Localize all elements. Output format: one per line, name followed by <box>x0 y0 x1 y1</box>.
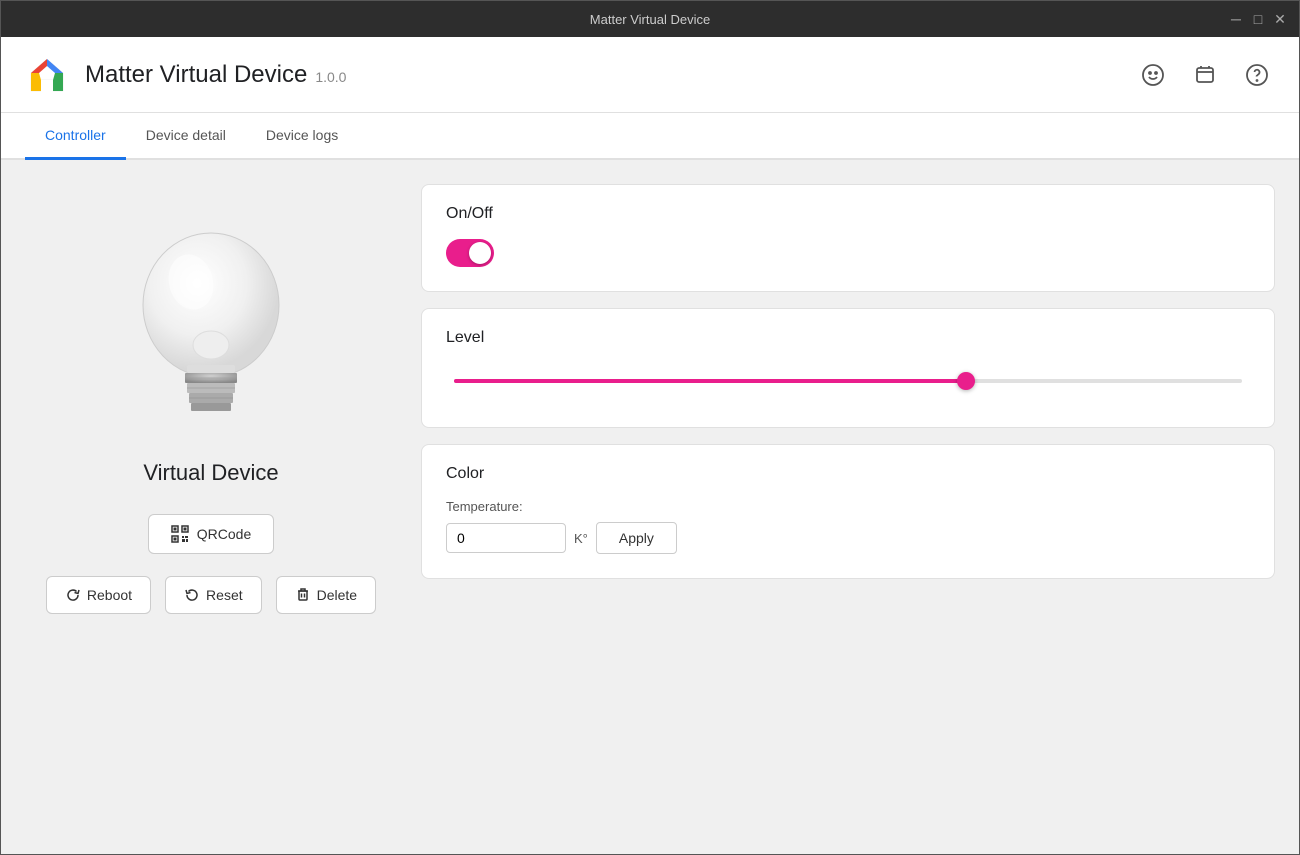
app-title: Matter Virtual Device <box>85 61 307 89</box>
app-header: Matter Virtual Device 1.0.0 <box>1 37 1299 113</box>
app-window: Matter Virtual Device ─ □ ✕ Mat <box>0 0 1300 855</box>
onoff-toggle[interactable] <box>446 239 494 267</box>
tab-device-detail[interactable]: Device detail <box>126 113 246 160</box>
reset-button[interactable]: Reset <box>165 576 262 614</box>
delete-button[interactable]: Delete <box>276 576 376 614</box>
toggle-knob <box>469 242 491 264</box>
notification-icon <box>1193 63 1217 87</box>
toggle-container <box>446 239 1250 267</box>
temp-input[interactable] <box>446 523 566 553</box>
qrcode-icon <box>171 525 189 543</box>
temp-unit: K° <box>574 531 588 546</box>
slider-container <box>446 363 1250 403</box>
temp-row: K° Apply <box>446 522 1250 554</box>
smiley-icon <box>1141 63 1165 87</box>
slider-fill <box>454 379 966 383</box>
level-slider-track <box>454 379 1242 383</box>
color-title: Color <box>446 465 1250 483</box>
apply-button[interactable]: Apply <box>596 522 677 554</box>
tabs-bar: Controller Device detail Device logs <box>1 113 1299 160</box>
slider-thumb[interactable] <box>957 372 975 390</box>
help-button[interactable] <box>1239 57 1275 93</box>
delete-icon <box>295 587 311 603</box>
header-icons <box>1135 57 1275 93</box>
color-card: Color Temperature: K° Apply <box>421 444 1275 579</box>
help-icon <box>1245 63 1269 87</box>
app-title-area: Matter Virtual Device 1.0.0 <box>85 61 1135 89</box>
close-button[interactable]: ✕ <box>1273 12 1287 26</box>
tab-controller[interactable]: Controller <box>25 113 126 160</box>
onoff-card: On/Off <box>421 184 1275 292</box>
titlebar: Matter Virtual Device ─ □ ✕ <box>1 1 1299 37</box>
reboot-button[interactable]: Reboot <box>46 576 151 614</box>
maximize-button[interactable]: □ <box>1251 12 1265 26</box>
main-content: Virtual Device QRCode <box>1 160 1299 854</box>
app-logo <box>25 53 69 97</box>
device-name: Virtual Device <box>143 460 278 486</box>
temp-label: Temperature: <box>446 499 1250 514</box>
titlebar-controls: ─ □ ✕ <box>1229 12 1287 26</box>
tab-device-logs[interactable]: Device logs <box>246 113 358 160</box>
app-version: 1.0.0 <box>315 69 346 85</box>
reset-icon <box>184 587 200 603</box>
notification-button[interactable] <box>1187 57 1223 93</box>
onoff-title: On/Off <box>446 205 1250 223</box>
level-card: Level <box>421 308 1275 428</box>
level-title: Level <box>446 329 1250 347</box>
right-panel: On/Off Level Color <box>421 160 1299 854</box>
action-buttons: Reboot Reset <box>46 576 376 614</box>
smiley-button[interactable] <box>1135 57 1171 93</box>
bulb-image <box>101 200 321 460</box>
titlebar-title: Matter Virtual Device <box>590 12 710 27</box>
qrcode-button[interactable]: QRCode <box>148 514 274 554</box>
minimize-button[interactable]: ─ <box>1229 12 1243 26</box>
left-panel: Virtual Device QRCode <box>1 160 421 854</box>
reboot-icon <box>65 587 81 603</box>
